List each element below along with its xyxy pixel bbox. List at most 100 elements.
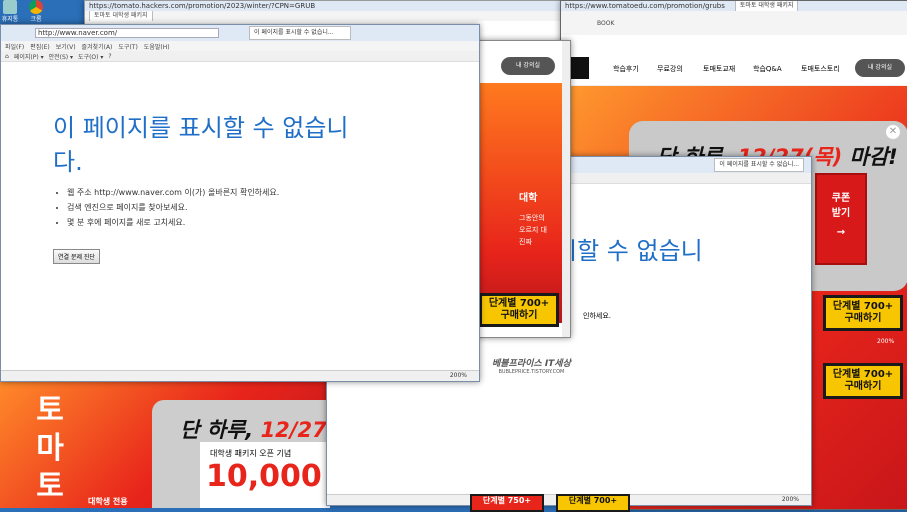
zoom-level: 200%	[781, 496, 799, 503]
vertical-scrollbar[interactable]	[562, 41, 570, 337]
zoom-status-right: 200%	[877, 338, 894, 345]
banner-date: 12/27(	[260, 418, 337, 442]
mid-hero: 대학 그동안의 오르지 대 진짜	[477, 83, 570, 323]
cta-line1: 단계별 750+	[482, 496, 532, 505]
nav-textbooks[interactable]: 토매토교재	[703, 64, 735, 74]
ie-window-front: http://www.naver.com/ 이 페이지를 표시할 수 없습니..…	[0, 24, 480, 382]
coupon-line1: 쿠폰	[831, 193, 851, 204]
diagnose-label: 연결 문제 진단	[58, 254, 95, 261]
brand-char: 마	[36, 431, 64, 466]
menu-file[interactable]: 파일(F)	[5, 42, 24, 51]
promo-text: 대학생 패키지 오픈 기념	[210, 449, 292, 458]
error-suggestions: 웹 주소 http://www.naver.com 이(가) 올바른지 확인하세…	[53, 185, 279, 230]
cta-line1: 단계별 700+	[832, 369, 894, 380]
cta-line2: 구매하기	[844, 312, 882, 324]
side-text: 그동안의	[519, 214, 545, 222]
watermark-sub: BUBLEPRICE.TISTORY.COM	[498, 369, 565, 375]
desktop-icon-label: 휴지통	[1, 16, 19, 23]
suggestion-item: 웹 주소 http://www.naver.com 이(가) 올바른지 확인하세…	[67, 185, 279, 200]
brand-char: 토	[36, 393, 64, 428]
buy-button-bottom-2[interactable]: 단계별 700+	[556, 494, 630, 512]
back-menubar: 토마토 대학생 패키지	[85, 11, 573, 21]
site-header: 학습후기 무료강의 토매토교재 학습Q&A 토매토스토리 내 강의실	[561, 53, 907, 86]
front-cmdbar: ⌂ 페이지(P) ▾ 안전(S) ▾ 도구(O) ▾ ?	[1, 51, 479, 62]
cmd-tools[interactable]: 도구(O) ▾	[78, 52, 103, 61]
promo-card: 단 하루, 12/27( 대학생 패키지 오픈 기념 10,000	[152, 400, 336, 508]
side-label: 대학생 전용	[88, 497, 128, 506]
side-text: 대학	[519, 193, 538, 204]
nav-free-lectures[interactable]: 무료강의	[657, 64, 683, 74]
help-icon[interactable]: ?	[108, 53, 111, 60]
buy-button-mid[interactable]: 단계별 700+ 구매하기	[479, 293, 559, 327]
front-statusbar: 200%	[1, 370, 479, 381]
buy-button-2[interactable]: 단계별 700+ 구매하기	[823, 363, 903, 399]
menu-view[interactable]: 보기(V)	[56, 42, 76, 51]
mypage-button-left[interactable]: 내 강의실	[501, 57, 555, 75]
error-title: 이 페이지를 표시할 수 없습니 다.	[53, 111, 348, 179]
side-text: 오르지 대	[519, 226, 547, 234]
nav-story[interactable]: 토매토스토리	[801, 64, 840, 74]
watermark: 베블프라이스 IT세상 BUBLEPRICE.TISTORY.COM	[492, 356, 571, 375]
cmd-page[interactable]: 페이지(P) ▾	[14, 52, 44, 61]
cta-line1: 단계별 700+	[832, 301, 894, 312]
watermark-title: 베블프라이스 IT세상	[492, 359, 571, 369]
address-bar-front[interactable]: http://www.naver.com/	[35, 28, 219, 38]
mypage-label: 내 강의실	[516, 62, 540, 69]
suggestion-item: 검색 엔진으로 페이지를 찾아보세요.	[67, 200, 279, 215]
front-titlebar: http://www.naver.com/ 이 페이지를 표시할 수 없습니..…	[1, 25, 479, 41]
cmd-safety[interactable]: 안전(S) ▾	[49, 52, 73, 61]
error-title-partial: 시할 수 없습니	[555, 237, 703, 265]
menu-favorites[interactable]: 즐겨찾기(A)	[82, 42, 113, 51]
nav-reviews[interactable]: 학습후기	[613, 64, 639, 74]
url-text: https://www.tomatoedu.com/promotion/grub…	[565, 2, 725, 10]
cta-line1: 단계별 700+	[488, 298, 550, 309]
arrow-right-icon: →	[836, 227, 846, 238]
error-title-line2: 다.	[53, 148, 83, 176]
browser-window-mid-back: 내 강의실 대학 그동안의 오르지 대 진짜 단계별 700+ 구매하기	[476, 40, 571, 338]
nav-qna[interactable]: 학습Q&A	[753, 64, 782, 74]
zoom-level: 200%	[449, 372, 467, 379]
error-title-line1: 이 페이지를 표시할 수 없습니	[53, 114, 349, 142]
front-menubar: 파일(F) 편집(E) 보기(V) 즐겨찾기(A) 도구(T) 도움말(H)	[1, 41, 479, 51]
menu-help[interactable]: 도움말(H)	[144, 42, 170, 51]
cta-line1: 단계별 700+	[568, 496, 618, 505]
brand-char: 토	[36, 469, 64, 504]
home-icon[interactable]: ⌂	[5, 53, 9, 60]
diagnose-button[interactable]: 연결 문제 진단	[53, 249, 100, 264]
mypage-button[interactable]: 내 강의실	[855, 59, 905, 77]
chrome-icon	[29, 0, 43, 14]
zoom-level: 200%	[877, 338, 895, 345]
banner-prefix: 단 하루,	[180, 418, 261, 442]
mypage-label: 내 강의실	[868, 64, 892, 71]
book-label[interactable]: BOOK	[597, 20, 614, 27]
promo-panel: 대학생 패키지 오픈 기념 10,000	[200, 442, 330, 508]
vertical-brand: 토 마 토	[28, 392, 72, 506]
menu-tools[interactable]: 도구(T)	[118, 42, 137, 51]
tab-middle[interactable]: 이 페이지를 표시할 수 없습니...	[714, 158, 804, 172]
tab-front[interactable]: 이 페이지를 표시할 수 없습니...	[249, 26, 351, 40]
menu-edit[interactable]: 편집(E)	[30, 42, 50, 51]
coupon-line2: 받기	[831, 208, 851, 219]
right-menubar: BOOK	[561, 11, 907, 35]
bottom-promo-page: 토 마 토 대학생 전용 단 하루, 12/27( 대학생 패키지 오픈 기념 …	[0, 380, 336, 508]
desktop-icon-recycle[interactable]: 휴지통	[0, 0, 20, 24]
side-text: 진짜	[519, 238, 532, 246]
address-bar[interactable]: https://tomato.hackers.com/promotion/202…	[85, 1, 573, 11]
promo-price: 10,000	[206, 459, 322, 494]
recycle-bin-icon	[3, 0, 17, 14]
cta-line2: 구매하기	[500, 309, 538, 321]
cta-line2: 구매하기	[844, 380, 882, 392]
tab-back[interactable]: 토마토 대학생 패키지	[89, 11, 153, 21]
coupon-button[interactable]: 쿠폰 받기 →	[815, 173, 867, 265]
buy-button-1[interactable]: 단계별 700+ 구매하기	[823, 295, 903, 331]
desktop-icon-chrome[interactable]: 크롬	[26, 0, 46, 24]
address-bar-right[interactable]: https://www.tomatoedu.com/promotion/grub…	[561, 1, 907, 11]
tab-right[interactable]: 토마토 대학생 패키지	[734, 1, 799, 11]
banner-suffix: 마감!	[842, 145, 898, 169]
buy-button-bottom-1[interactable]: 단계별 750+	[470, 494, 544, 512]
url-text: https://tomato.hackers.com/promotion/202…	[89, 2, 316, 10]
bottom-banner: 단 하루, 12/27(	[180, 414, 336, 444]
close-icon[interactable]: ✕	[886, 125, 900, 139]
desktop-icon-label: 크롬	[30, 16, 42, 23]
mid-header: 내 강의실	[477, 41, 570, 83]
